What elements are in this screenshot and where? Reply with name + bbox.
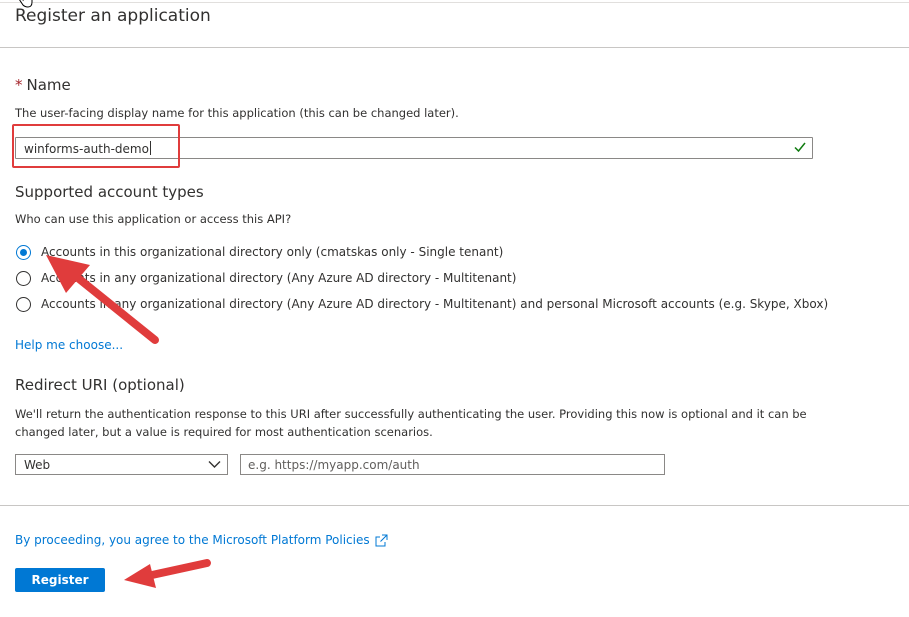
redirect-uri-title: Redirect URI (optional) — [15, 376, 185, 394]
external-link-icon[interactable] — [375, 534, 388, 547]
annotation-highlight-box — [12, 124, 180, 168]
redirect-uri-input[interactable] — [240, 454, 665, 475]
account-types-question: Who can use this application or access t… — [15, 212, 292, 226]
radio-label: Accounts in any organizational directory… — [41, 271, 517, 285]
platform-select[interactable]: Web — [15, 454, 228, 475]
redirect-uri-description: We'll return the authentication response… — [15, 407, 807, 439]
name-section-title: * Name — [15, 76, 71, 94]
checkmark-icon — [794, 142, 806, 153]
top-border — [0, 2, 909, 3]
radio-dot — [20, 248, 27, 256]
radio-single-tenant[interactable]: Accounts in this organizational director… — [16, 242, 503, 262]
platform-policies-link[interactable]: By proceeding, you agree to the Microsof… — [15, 533, 370, 547]
name-description: The user-facing display name for this ap… — [15, 106, 459, 120]
platform-select-value: Web — [24, 458, 51, 472]
help-me-choose-link[interactable]: Help me choose... — [15, 338, 123, 352]
register-button[interactable]: Register — [15, 568, 105, 592]
radio-multitenant[interactable]: Accounts in any organizational directory… — [16, 268, 516, 288]
radio-button-checked[interactable] — [16, 244, 31, 260]
radio-label: Accounts in this organizational director… — [41, 245, 504, 259]
header-divider — [0, 47, 909, 48]
chevron-down-icon — [208, 461, 221, 468]
radio-multitenant-personal[interactable]: Accounts in any organizational directory… — [16, 294, 828, 314]
name-label: Name — [26, 76, 71, 94]
radio-label: Accounts in any organizational directory… — [41, 297, 829, 311]
required-indicator: * — [15, 76, 23, 94]
account-types-title: Supported account types — [15, 183, 204, 201]
radio-button[interactable] — [16, 296, 31, 312]
policy-line: By proceeding, you agree to the Microsof… — [15, 533, 388, 547]
radio-button[interactable] — [16, 270, 31, 286]
annotation-arrow — [124, 559, 211, 588]
page-title: Register an application — [15, 6, 211, 26]
footer-divider — [0, 505, 909, 506]
